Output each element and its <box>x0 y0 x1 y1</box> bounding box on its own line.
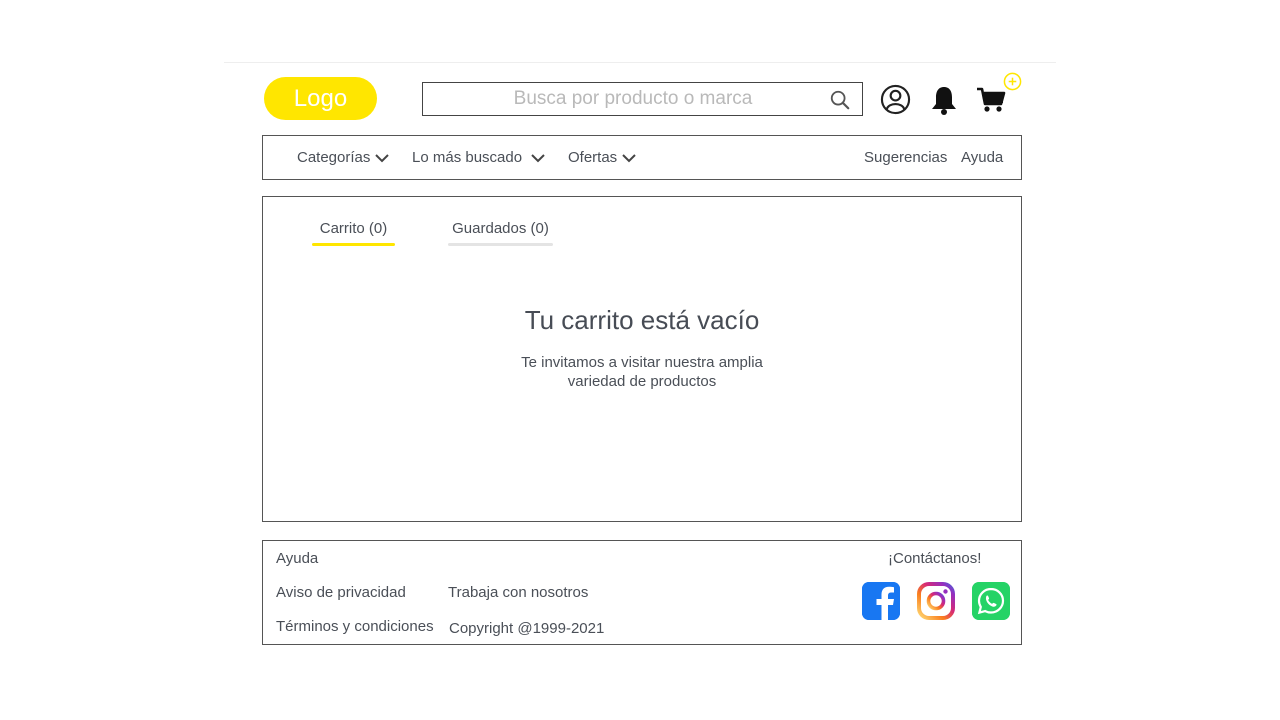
footer-contact-label: ¡Contáctanos! <box>888 550 982 567</box>
logo[interactable]: Logo <box>264 77 377 120</box>
nav-categorias[interactable]: Categorías <box>297 149 390 166</box>
whatsapp-icon[interactable] <box>972 582 1010 620</box>
tab-carrito[interactable]: Carrito (0) <box>312 220 395 246</box>
cart-panel: Carrito (0) Guardados (0) Tu carrito est… <box>262 196 1022 522</box>
empty-cart-message-line1: Te invitamos a visitar nuestra amplia <box>521 354 763 371</box>
footer-link-aviso-privacidad[interactable]: Aviso de privacidad <box>276 584 406 601</box>
nav-ayuda[interactable]: Ayuda <box>961 149 1003 166</box>
footer-link-ayuda[interactable]: Ayuda <box>276 550 318 567</box>
nav-ofertas[interactable]: Ofertas <box>568 149 637 166</box>
search-bar <box>422 82 863 116</box>
inactive-tab-indicator <box>448 243 553 246</box>
empty-cart-message: Te invitamos a visitar nuestra amplia va… <box>263 353 1021 391</box>
tab-guardados[interactable]: Guardados (0) <box>448 220 553 246</box>
nav-ofertas-label: Ofertas <box>568 149 618 166</box>
footer-link-trabaja[interactable]: Trabaja con nosotros <box>448 584 588 601</box>
chevron-down-icon <box>622 153 636 162</box>
main-navigation: Categorías Lo más buscado Ofertas Sugere… <box>262 135 1022 180</box>
nav-categorias-label: Categorías <box>297 149 371 166</box>
footer: Ayuda Aviso de privacidad Términos y con… <box>262 540 1022 645</box>
add-plus-icon <box>1003 72 1022 91</box>
user-account-icon[interactable] <box>880 84 911 115</box>
facebook-icon[interactable] <box>862 582 900 620</box>
nav-sugerencias[interactable]: Sugerencias <box>864 149 947 166</box>
tab-guardados-label: Guardados (0) <box>452 220 549 237</box>
footer-copyright: Copyright @1999-2021 <box>449 620 605 637</box>
nav-lo-mas-buscado-label: Lo más buscado <box>412 149 523 166</box>
empty-cart-title: Tu carrito está vacío <box>524 305 760 335</box>
shopping-cart-icon[interactable] <box>976 86 1006 114</box>
chevron-down-icon <box>531 153 545 162</box>
instagram-icon[interactable] <box>917 582 955 620</box>
top-divider <box>224 62 1056 63</box>
search-icon[interactable] <box>829 89 851 111</box>
tab-carrito-label: Carrito (0) <box>319 220 388 237</box>
empty-cart-message-line2: variedad de productos <box>567 373 717 390</box>
footer-link-terminos[interactable]: Términos y condiciones <box>276 618 434 635</box>
chevron-down-icon <box>375 153 390 162</box>
active-tab-indicator <box>312 243 395 246</box>
notifications-bell-icon[interactable] <box>929 84 959 116</box>
nav-lo-mas-buscado[interactable]: Lo más buscado <box>412 149 550 166</box>
search-input[interactable] <box>423 83 823 115</box>
